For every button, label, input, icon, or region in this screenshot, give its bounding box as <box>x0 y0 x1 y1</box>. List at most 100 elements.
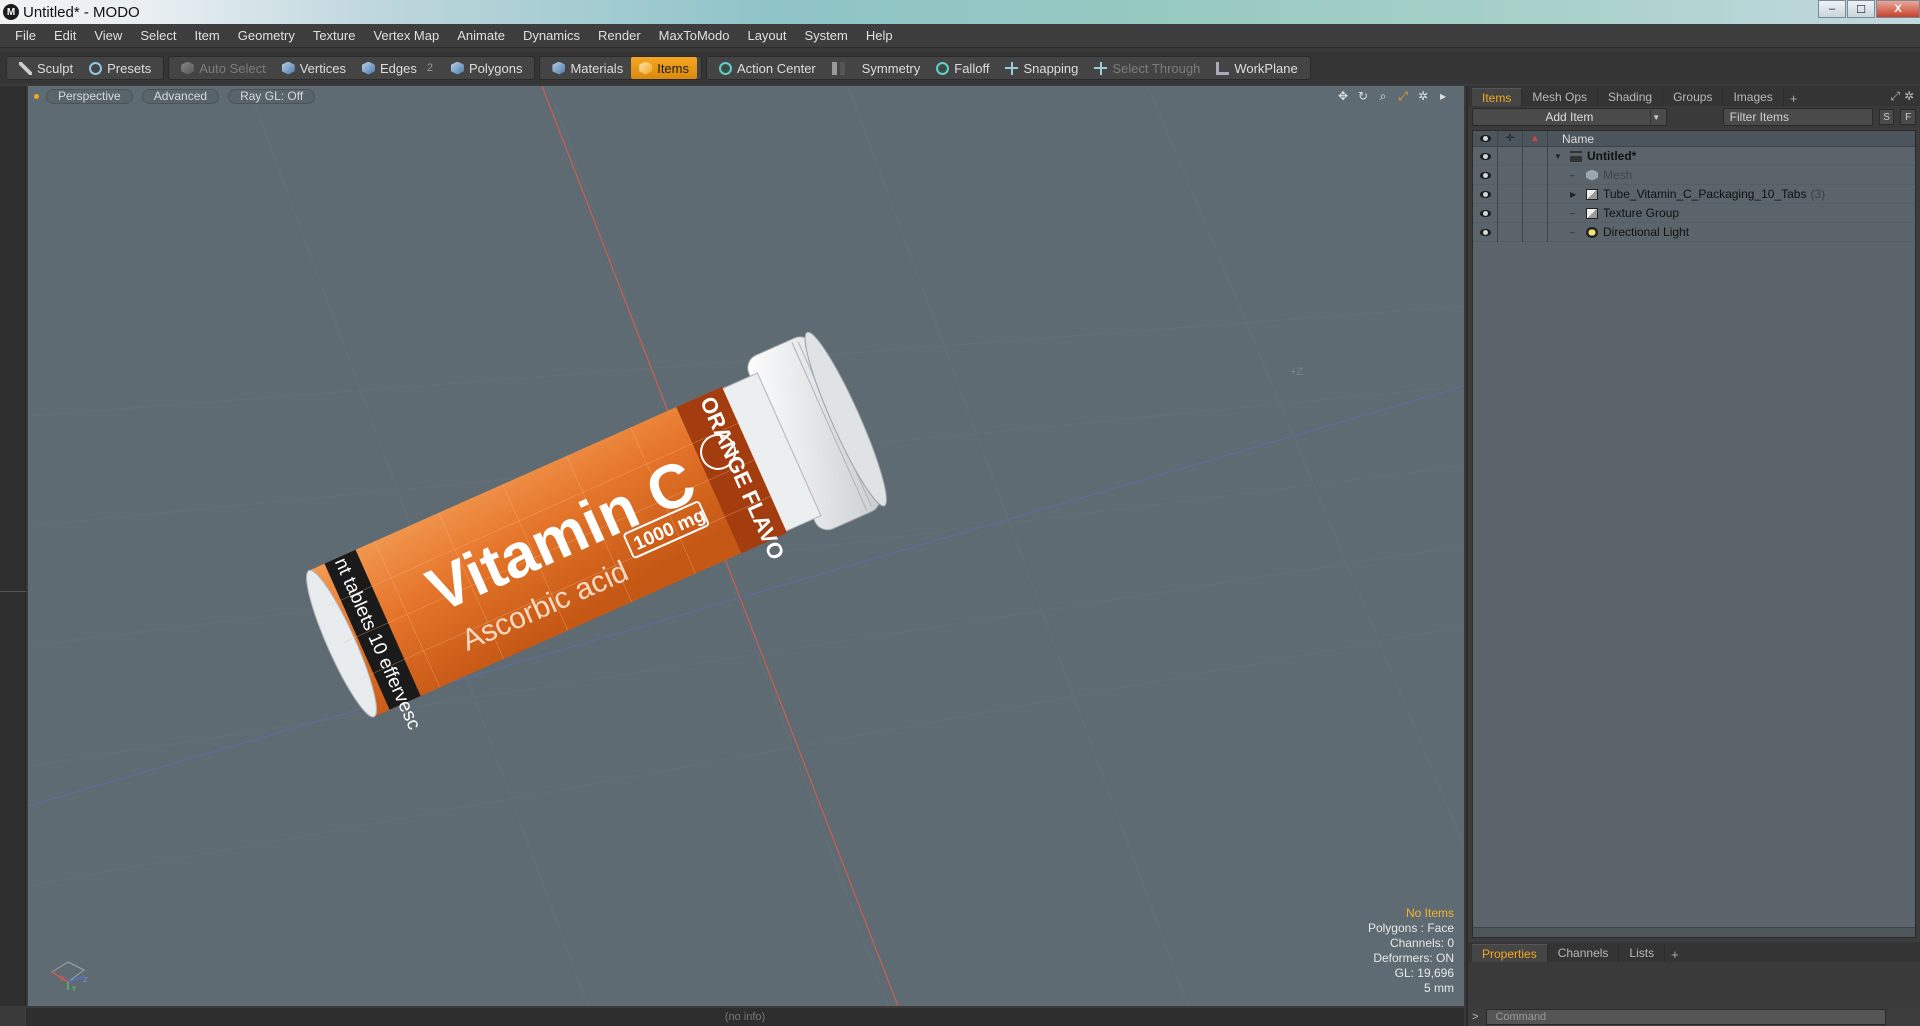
viewport-settings-icon[interactable]: ✲ <box>1416 89 1430 103</box>
item-label: Mesh <box>1603 168 1633 182</box>
edges-icon <box>361 61 375 75</box>
menu-geometry[interactable]: Geometry <box>229 28 304 43</box>
visibility-eye-icon[interactable] <box>1473 146 1498 166</box>
view-mode-dropdown[interactable]: Perspective <box>46 88 133 104</box>
polygons-button[interactable]: Polygons <box>443 57 530 79</box>
menu-view[interactable]: View <box>85 28 131 43</box>
search-s-button[interactable]: S <box>1878 109 1895 125</box>
fit-view-icon[interactable]: ⤢ <box>1396 89 1410 103</box>
items-button[interactable]: Items <box>631 57 697 79</box>
filter-items-input[interactable]: Filter Items <box>1722 108 1873 126</box>
select-through-icon <box>1094 61 1108 75</box>
render-header-icon[interactable]: ▲ <box>1523 130 1548 147</box>
add-item-button[interactable]: Add Item ▼ <box>1472 108 1667 126</box>
shading-dropdown[interactable]: Advanced <box>141 88 220 104</box>
minimize-button[interactable]: – <box>1818 0 1846 18</box>
symmetry-button[interactable]: Symmetry <box>824 57 929 79</box>
menu-help[interactable]: Help <box>857 28 902 43</box>
viewport-nav-icons: ✥ ↻ ⌕ ⤢ ✲ ▸ <box>1336 89 1450 104</box>
ray-gl-toggle[interactable]: Ray GL: Off <box>228 88 316 104</box>
tree-horizontal-scrollbar[interactable] <box>1473 927 1915 937</box>
falloff-button[interactable]: Falloff <box>928 57 997 79</box>
title-bar: M Untitled* - MODO – ☐ X <box>0 0 1920 24</box>
command-input[interactable]: Command <box>1486 1009 1887 1025</box>
vitamin-tube-model[interactable]: Vitamin C Ascorbic acid 1000 mg ORANGE F… <box>290 327 902 748</box>
viewport-menu-arrow-icon[interactable]: ▸ <box>1436 89 1450 103</box>
lock-header-icon[interactable]: ✛ <box>1498 130 1523 147</box>
properties-body <box>1468 962 1920 1006</box>
3d-viewport[interactable]: Vitamin C Ascorbic acid 1000 mg ORANGE F… <box>28 86 1464 1006</box>
visibility-eye-icon[interactable] <box>1473 184 1498 204</box>
menu-edit[interactable]: Edit <box>45 28 85 43</box>
tab-properties[interactable]: Properties <box>1472 944 1548 962</box>
tab-channels[interactable]: Channels <box>1548 944 1620 962</box>
gutter-divider <box>0 591 26 592</box>
window-controls: – ☐ X <box>1817 0 1920 20</box>
menu-bar: File Edit View Select Item Geometry Text… <box>0 24 1920 48</box>
stats-deformers: Deformers: ON <box>1373 951 1454 965</box>
visibility-header-icon[interactable] <box>1473 130 1498 147</box>
expand-panel-icon[interactable]: ⤢ <box>1890 89 1900 104</box>
chevron-down-icon[interactable]: ▼ <box>1649 110 1662 124</box>
tools-group: Action Center Symmetry Falloff Snapping … <box>706 56 1311 80</box>
command-prompt: > <box>1472 1011 1479 1023</box>
tab-items[interactable]: Items <box>1472 88 1523 106</box>
falloff-icon <box>936 61 950 75</box>
filter-f-button[interactable]: F <box>1900 109 1916 125</box>
visibility-eye-icon[interactable] <box>1473 165 1498 185</box>
tree-row[interactable]: – Mesh <box>1473 165 1915 185</box>
tree-row[interactable]: – Texture Group <box>1473 203 1915 223</box>
panel-settings-icon[interactable]: ✲ <box>1904 89 1914 104</box>
menu-maxtomodo[interactable]: MaxToModo <box>650 28 739 43</box>
items-icon <box>639 61 653 75</box>
visibility-eye-icon[interactable] <box>1473 203 1498 223</box>
tab-shading[interactable]: Shading <box>1598 88 1664 106</box>
snapping-button[interactable]: Snapping <box>997 57 1086 79</box>
tab-groups[interactable]: Groups <box>1663 88 1724 106</box>
z-axis-label: +Z <box>1290 366 1304 378</box>
add-tab-icon[interactable]: + <box>1665 947 1685 962</box>
action-center-button[interactable]: Action Center <box>711 57 824 79</box>
menu-dynamics[interactable]: Dynamics <box>514 28 589 43</box>
stats-selection: No Items <box>1405 906 1454 920</box>
move-view-icon[interactable]: ✥ <box>1336 89 1350 103</box>
auto-select-button[interactable]: Auto Select <box>173 57 274 79</box>
menu-file[interactable]: File <box>6 28 45 43</box>
tree-row[interactable]: ▼ Untitled* <box>1473 146 1915 166</box>
presets-button[interactable]: Presets <box>81 57 159 79</box>
menu-select[interactable]: Select <box>131 28 185 43</box>
menu-animate[interactable]: Animate <box>448 28 514 43</box>
materials-button[interactable]: Materials <box>544 57 631 79</box>
add-tab-icon[interactable]: + <box>1784 91 1804 106</box>
menu-system[interactable]: System <box>796 28 857 43</box>
vertices-button[interactable]: Vertices <box>274 57 354 79</box>
menu-vertex-map[interactable]: Vertex Map <box>364 28 448 43</box>
rotate-view-icon[interactable]: ↻ <box>1356 89 1370 103</box>
close-button[interactable]: X <box>1876 0 1920 18</box>
gizmo-y-label: Y <box>71 985 77 993</box>
tab-mesh-ops[interactable]: Mesh Ops <box>1522 88 1599 106</box>
item-label: Untitled* <box>1587 149 1637 163</box>
maximize-button[interactable]: ☐ <box>1847 0 1875 18</box>
zoom-view-icon[interactable]: ⌕ <box>1376 89 1390 103</box>
materials-icon <box>552 61 566 75</box>
workplane-button[interactable]: WorkPlane <box>1208 57 1305 79</box>
menu-layout[interactable]: Layout <box>738 28 795 43</box>
collapse-arrow-icon[interactable]: ▼ <box>1554 152 1564 161</box>
edges-button[interactable]: Edges 2 <box>354 57 443 79</box>
name-column-header[interactable]: Name <box>1548 132 1594 146</box>
gizmo-x-label: X <box>60 975 65 983</box>
tree-row[interactable]: ▶ Tube_Vitamin_C_Packaging_10_Tabs (3) <box>1473 184 1915 204</box>
tab-lists[interactable]: Lists <box>1619 944 1666 962</box>
visibility-eye-icon[interactable] <box>1473 222 1498 242</box>
menu-render[interactable]: Render <box>589 28 650 43</box>
viewport-stats: No Items Polygons : Face Channels: 0 Def… <box>1368 906 1454 996</box>
sculpt-button[interactable]: Sculpt <box>11 57 81 79</box>
menu-texture[interactable]: Texture <box>304 28 365 43</box>
tab-images[interactable]: Images <box>1723 88 1784 106</box>
menu-item[interactable]: Item <box>185 28 228 43</box>
select-through-button[interactable]: Select Through <box>1086 57 1208 79</box>
tree-row[interactable]: – Directional Light <box>1473 222 1915 242</box>
expand-arrow-icon[interactable]: ▶ <box>1570 190 1580 199</box>
mesh-icon <box>1586 169 1598 181</box>
